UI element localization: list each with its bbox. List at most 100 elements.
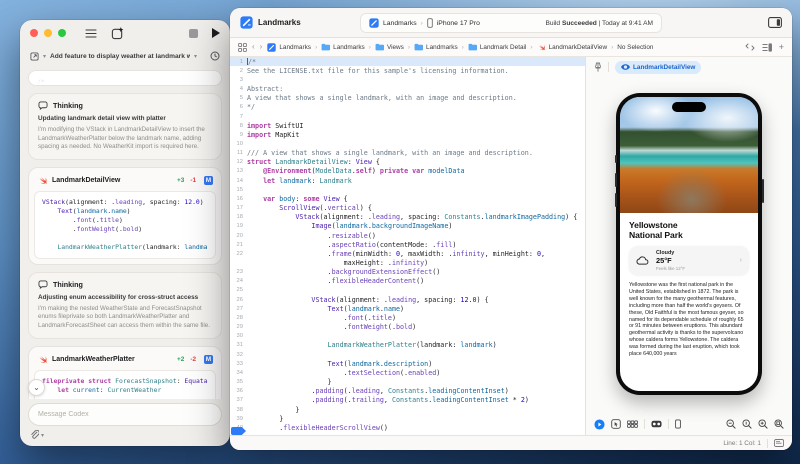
editor-line[interactable]: maxHeight: .infinity) xyxy=(230,258,585,267)
line-number-gutter[interactable]: 21 xyxy=(230,242,247,248)
line-number-gutter[interactable]: 37 xyxy=(230,397,247,403)
editor-line[interactable]: 27 Text(landmark.name) xyxy=(230,304,585,313)
editor-line[interactable]: 21 .aspectRatio(contentMode: .fill) xyxy=(230,240,585,249)
line-number-gutter[interactable]: 17 xyxy=(230,205,247,211)
prompt-title[interactable]: Add feature to display weather at landma… xyxy=(50,53,190,60)
related-items-icon[interactable] xyxy=(238,42,247,52)
chat-list-icon[interactable] xyxy=(84,26,98,40)
line-number-gutter[interactable]: 15 xyxy=(230,187,247,193)
chevron-down-icon[interactable]: ▾ xyxy=(41,432,44,439)
open-session-icon[interactable] xyxy=(30,51,39,61)
scheme-name[interactable]: Landmarks xyxy=(383,20,417,27)
editor-line[interactable]: 30 xyxy=(230,332,585,341)
inspector-toggle-icon[interactable] xyxy=(768,17,782,28)
editor-line[interactable]: 1/* xyxy=(230,57,585,67)
editor-line[interactable]: 22 .frame(minWidth: 0, maxWidth: .infini… xyxy=(230,249,585,258)
breadcrumb-item[interactable]: Views xyxy=(375,43,404,51)
line-number-gutter[interactable]: 34 xyxy=(230,370,247,376)
editor-line[interactable]: 35 } xyxy=(230,377,585,386)
editor-line[interactable]: 2 See the LICENSE.txt file for this sampl… xyxy=(230,66,585,75)
editor-line[interactable]: 23 .backgroundExtensionEffect() xyxy=(230,268,585,277)
editor-line[interactable]: 31 LandmarkWeatherPlatter(landmark: land… xyxy=(230,341,585,350)
line-number-gutter[interactable]: 30 xyxy=(230,333,247,339)
thinking-card[interactable]: Thinking Updating landmark detail view w… xyxy=(28,93,222,160)
editor-line[interactable]: 8 import SwiftUI xyxy=(230,121,585,130)
editor-line[interactable]: 9 import MapKit xyxy=(230,130,585,139)
editor-line[interactable]: 15 xyxy=(230,185,585,194)
editor-line[interactable]: 4 Abstract: xyxy=(230,84,585,93)
line-number-gutter[interactable]: 25 xyxy=(230,287,247,293)
back-button[interactable]: ‹ xyxy=(252,43,255,51)
zoom-actual-size-button[interactable] xyxy=(742,419,752,429)
line-number-gutter[interactable]: 22 xyxy=(230,251,247,257)
breadcrumb-item[interactable]: Landmarks xyxy=(414,43,458,51)
code-review-icon[interactable] xyxy=(745,43,755,51)
editor-line[interactable]: 24 .flexibleHeaderContent() xyxy=(230,277,585,286)
line-number-gutter[interactable]: 39 xyxy=(230,416,247,422)
attach-paperclip-icon[interactable] xyxy=(30,430,39,440)
iphone-screen[interactable]: Yellowstone National Park Cloudy 25°F Fe… xyxy=(620,97,758,391)
line-number-gutter[interactable]: 4 xyxy=(230,86,247,92)
selectable-mode-button[interactable] xyxy=(611,419,621,429)
breadcrumb-item[interactable]: Landmarks xyxy=(267,42,311,52)
run-destination[interactable]: iPhone 17 Pro xyxy=(437,20,480,27)
editor-line[interactable]: 32 xyxy=(230,350,585,359)
scroll-to-bottom-button[interactable]: ⌄ xyxy=(28,379,45,396)
editor-line[interactable]: 6 */ xyxy=(230,103,585,112)
editor-line[interactable]: 36 .padding(.leading, Constants.leadingC… xyxy=(230,387,585,396)
breadcrumb-item[interactable]: No Selection xyxy=(617,44,653,51)
editor-line[interactable]: 10 xyxy=(230,139,585,148)
add-editor-icon[interactable]: + xyxy=(779,42,784,52)
line-number-gutter[interactable]: 28 xyxy=(230,315,247,321)
history-clock-icon[interactable] xyxy=(210,51,220,61)
editor-focus-icon[interactable] xyxy=(774,439,784,447)
editor-line[interactable]: 29 .fontWeight(.bold) xyxy=(230,323,585,332)
zoom-window-button[interactable] xyxy=(58,29,66,37)
zoom-out-button[interactable] xyxy=(726,419,736,429)
line-number-gutter[interactable]: 12 xyxy=(230,159,247,165)
editor-line[interactable]: 20 .resizable() xyxy=(230,231,585,240)
editor-line[interactable]: 14 let landmark: Landmark xyxy=(230,176,585,185)
line-number-gutter[interactable]: 16 xyxy=(230,196,247,202)
editor-line[interactable]: 37 .padding(.trailing, Constants.leading… xyxy=(230,396,585,405)
line-number-gutter[interactable]: 33 xyxy=(230,361,247,367)
thinking-card[interactable]: Thinking Adjusting enum accessibility fo… xyxy=(28,271,222,339)
line-number-gutter[interactable]: 20 xyxy=(230,233,247,239)
new-chat-icon[interactable] xyxy=(110,26,124,40)
line-number-gutter[interactable]: 11 xyxy=(230,150,247,156)
editor-line[interactable]: 17 ScrollView(.vertical) { xyxy=(230,204,585,213)
line-number-gutter[interactable]: 6 xyxy=(230,104,247,110)
line-number-gutter[interactable]: 29 xyxy=(230,324,247,330)
breadcrumb-item[interactable]: Landmarks xyxy=(321,43,365,51)
forward-button[interactable]: › xyxy=(260,43,263,51)
preview-target-badge[interactable]: LandmarkDetailView xyxy=(615,60,702,74)
line-number-gutter[interactable]: 18 xyxy=(230,214,247,220)
source-editor[interactable]: 1/* 2 See the LICENSE.txt file for this sa… xyxy=(230,57,585,435)
message-input[interactable] xyxy=(28,403,222,426)
editor-line[interactable]: 18 VStack(alignment: .leading, spacing: … xyxy=(230,213,585,222)
line-number-gutter[interactable]: 14 xyxy=(230,178,247,184)
line-number-gutter[interactable]: 27 xyxy=(230,306,247,312)
assistant-chat-scroll[interactable]: /*See the LICENSE.txt file for this samp… xyxy=(20,66,230,399)
device-settings-button[interactable] xyxy=(651,420,662,428)
file-change-card[interactable]: LandmarkWeatherPlatter +2 -2 M filepriva… xyxy=(28,345,222,399)
zoom-in-button[interactable] xyxy=(758,419,768,429)
line-number-gutter[interactable]: 36 xyxy=(230,388,247,394)
editor-line[interactable]: 34 .textSelection(.enabled) xyxy=(230,368,585,377)
weather-platter[interactable]: Cloudy 25°F Feels like 12°F › xyxy=(629,246,749,275)
run-button[interactable] xyxy=(212,28,220,38)
editor-line[interactable]: 13 @Environment(ModelData.self) private … xyxy=(230,167,585,176)
line-number-gutter[interactable]: 26 xyxy=(230,297,247,303)
editor-line[interactable]: 38 } xyxy=(230,405,585,414)
editor-line[interactable]: 3 xyxy=(230,75,585,84)
breadcrumb-item[interactable]: LandmarkDetailView xyxy=(537,43,607,52)
line-number-gutter[interactable]: 8 xyxy=(230,123,247,129)
line-number-gutter[interactable]: 7 xyxy=(230,114,247,120)
scheme-activity-area[interactable]: Landmarks › iPhone 17 Pro Build Succeede… xyxy=(360,13,662,33)
editor-line[interactable]: 39 } xyxy=(230,414,585,423)
editor-line[interactable]: 19 Image(landmark.backgroundImageName) xyxy=(230,222,585,231)
line-number-gutter[interactable]: 38 xyxy=(230,407,247,413)
breadcrumb-item[interactable]: Landmark Detail xyxy=(468,43,526,51)
line-number-gutter[interactable]: 19 xyxy=(230,223,247,229)
zoom-to-fit-button[interactable] xyxy=(774,419,784,429)
